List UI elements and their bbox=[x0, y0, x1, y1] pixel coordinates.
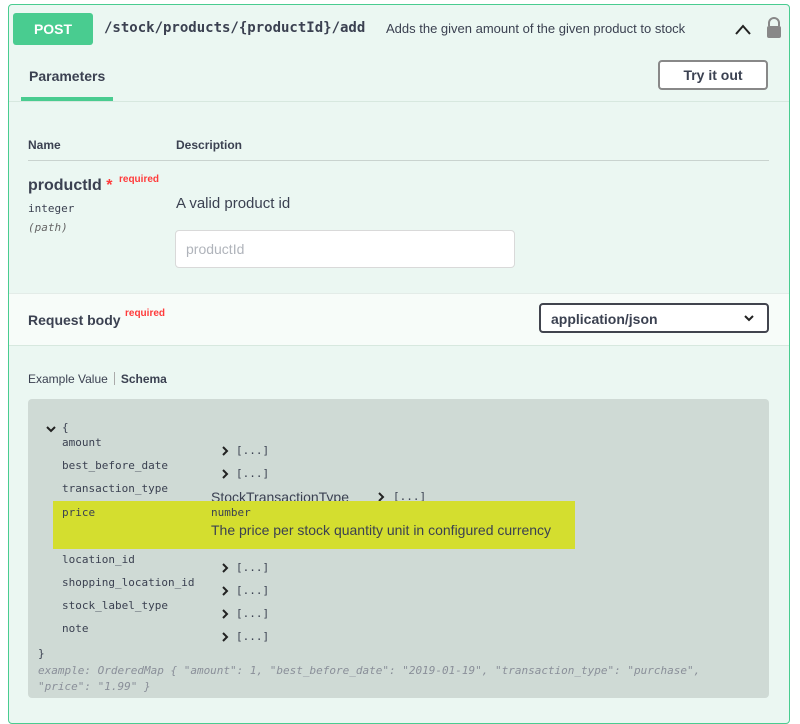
tab-bar: Parameters Try it out bbox=[9, 49, 789, 102]
lock-icon[interactable] bbox=[764, 16, 784, 40]
parameter-name: productId * bbox=[28, 177, 113, 194]
required-label: required bbox=[119, 174, 160, 185]
request-body-header: Request body required application/json bbox=[9, 293, 789, 346]
request-body-required-label: required bbox=[125, 308, 166, 319]
schema-tabs: Example Value Schema bbox=[28, 372, 167, 386]
expand-chevron-icon[interactable] bbox=[220, 563, 230, 573]
property-transaction-type: transaction_type bbox=[62, 482, 168, 495]
price-description: The price per stock quantity unit in con… bbox=[211, 522, 552, 538]
parameter-location: (path) bbox=[28, 221, 68, 234]
property-location-id: location_id bbox=[62, 553, 135, 566]
collapsed-ellipsis[interactable]: [...] bbox=[236, 444, 269, 457]
content-type-value: application/json bbox=[551, 311, 658, 327]
column-header-description: Description bbox=[176, 138, 243, 152]
chevron-up-icon[interactable] bbox=[731, 19, 755, 39]
property-note: note bbox=[62, 622, 89, 635]
tab-example-value[interactable]: Example Value bbox=[28, 372, 108, 386]
chevron-down-icon bbox=[744, 315, 754, 322]
required-star: * bbox=[106, 177, 113, 194]
collapsed-ellipsis[interactable]: [...] bbox=[236, 630, 269, 643]
try-it-out-button[interactable]: Try it out bbox=[658, 60, 768, 90]
schema-example: example: OrderedMap { "amount": 1, "best… bbox=[38, 664, 701, 693]
expand-chevron-icon[interactable] bbox=[220, 469, 230, 479]
request-body-title: Request body bbox=[28, 312, 121, 328]
endpoint-description: Adds the given amount of the given produ… bbox=[386, 21, 686, 36]
parameter-type: integer bbox=[28, 202, 75, 215]
schema-panel: { amount [...] best_before_date [...] tr… bbox=[28, 399, 769, 698]
price-type: number bbox=[211, 506, 251, 519]
property-shopping-location-id: shopping_location_id bbox=[62, 576, 195, 589]
expand-chevron-icon[interactable] bbox=[220, 632, 230, 642]
collapsed-ellipsis[interactable]: [...] bbox=[236, 584, 269, 597]
content-type-select[interactable]: application/json bbox=[539, 303, 769, 333]
collapse-chevron-icon[interactable] bbox=[46, 424, 56, 434]
collapsed-ellipsis[interactable]: [...] bbox=[236, 561, 269, 574]
property-amount: amount bbox=[62, 436, 102, 449]
method-badge: POST bbox=[13, 13, 93, 45]
parameter-description: A valid product id bbox=[176, 195, 291, 212]
collapsed-ellipsis[interactable]: [...] bbox=[236, 607, 269, 620]
expand-chevron-icon[interactable] bbox=[220, 446, 230, 456]
tab-parameters-label: Parameters bbox=[29, 68, 106, 84]
collapsed-ellipsis[interactable]: [...] bbox=[236, 467, 269, 480]
column-header-name: Name bbox=[28, 138, 61, 152]
active-tab-indicator bbox=[21, 97, 113, 101]
divider bbox=[28, 160, 769, 161]
operation-block: POST /stock/products/{productId}/add Add… bbox=[8, 4, 790, 724]
product-id-input[interactable] bbox=[175, 230, 515, 268]
tab-parameters[interactable]: Parameters bbox=[21, 49, 113, 101]
tab-schema[interactable]: Schema bbox=[121, 372, 167, 386]
property-price: price bbox=[62, 506, 96, 519]
operation-summary[interactable]: POST /stock/products/{productId}/add Add… bbox=[9, 5, 789, 50]
property-stock-label-type: stock_label_type bbox=[62, 599, 168, 612]
tab-separator bbox=[113, 372, 115, 385]
close-brace: } bbox=[38, 647, 45, 660]
expand-chevron-icon[interactable] bbox=[220, 586, 230, 596]
expand-chevron-icon[interactable] bbox=[220, 609, 230, 619]
open-brace: { bbox=[62, 421, 69, 434]
endpoint-path: /stock/products/{productId}/add bbox=[104, 20, 366, 36]
property-best-before-date: best_before_date bbox=[62, 459, 168, 472]
parameters-section: Name Description productId * required in… bbox=[9, 102, 789, 292]
